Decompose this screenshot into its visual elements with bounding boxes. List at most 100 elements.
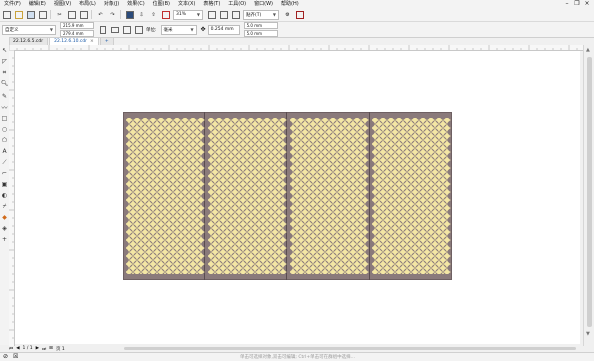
smart-fill-tool[interactable]: ◈: [1, 225, 8, 232]
add-tools-button[interactable]: +: [1, 236, 8, 243]
scroll-down-icon[interactable]: ▼: [586, 331, 590, 337]
menu-window[interactable]: 窗口(W): [250, 0, 277, 8]
portrait-button[interactable]: [97, 24, 108, 35]
full-screen-button[interactable]: [206, 9, 217, 20]
close-icon[interactable]: ×: [90, 39, 94, 44]
gear-icon: ⚙: [285, 11, 290, 18]
cut-button[interactable]: ✂: [54, 9, 65, 20]
current-page-icon: [134, 25, 143, 34]
horizontal-scroll-thumb[interactable]: [124, 347, 576, 350]
landscape-button[interactable]: [109, 24, 120, 35]
import-button[interactable]: ⇩: [136, 9, 147, 20]
tab-document-1[interactable]: 22.12.6.5.cdr: [8, 37, 49, 45]
duplicate-x-field[interactable]: 5.0 mm: [243, 22, 278, 29]
all-pages-button[interactable]: [121, 24, 132, 35]
first-page-icon[interactable]: ⏮: [9, 346, 13, 352]
polygon-tool[interactable]: ⬠: [1, 137, 8, 144]
eyedropper-icon: ⌿: [2, 202, 7, 210]
last-page-icon[interactable]: ⏭: [42, 346, 46, 352]
nudge-distance-field[interactable]: 0.254 mm: [207, 24, 240, 35]
close-icon[interactable]: ×: [582, 0, 592, 8]
duplicate-y-field[interactable]: 5.0 mm: [243, 30, 278, 37]
minimize-icon[interactable]: –: [562, 0, 572, 8]
current-page-button[interactable]: [133, 24, 144, 35]
transparency-tool[interactable]: ◐: [1, 192, 8, 199]
page-tab[interactable]: 页 1: [56, 346, 65, 352]
page-width-field[interactable]: 215.9 mm: [60, 22, 94, 29]
menu-layout[interactable]: 布局(L): [75, 0, 100, 8]
menu-tools[interactable]: 工具(O): [224, 0, 250, 8]
page-height-field[interactable]: 279.4 mm: [60, 30, 94, 37]
restore-icon[interactable]: ❐: [572, 0, 582, 8]
print-button[interactable]: [37, 9, 48, 20]
dimension-icon: ⟋: [2, 158, 7, 166]
rectangle-tool[interactable]: □: [1, 115, 8, 122]
menu-text[interactable]: 文本(X): [174, 0, 199, 8]
shape-tool[interactable]: ◸: [1, 58, 8, 65]
landscape-icon: [110, 26, 119, 33]
interactive-fill-tool[interactable]: ◆: [1, 214, 8, 221]
vertical-scrollbar[interactable]: ▲ ▼: [583, 45, 594, 346]
freehand-tool[interactable]: ✎: [1, 93, 8, 100]
horizontal-scrollbar[interactable]: [120, 345, 583, 352]
paste-button[interactable]: [78, 9, 89, 20]
print-icon: [38, 10, 47, 19]
snap-to-select[interactable]: 贴齐(T) ▼: [243, 9, 279, 20]
next-page-icon[interactable]: ▶: [36, 346, 39, 351]
zoom-tool[interactable]: 🔍︎: [1, 80, 9, 87]
menu-object[interactable]: 对象(J): [100, 0, 123, 8]
previous-page-icon[interactable]: ◀: [16, 346, 19, 351]
open-button[interactable]: [13, 9, 24, 20]
separator: [91, 10, 92, 19]
artistic-media-tool[interactable]: 〰: [1, 104, 8, 112]
menu-help[interactable]: 帮助(H): [277, 0, 303, 8]
launch-button[interactable]: [294, 9, 305, 20]
undo-button[interactable]: ↶: [95, 9, 106, 20]
eyedropper-tool[interactable]: ⌿: [1, 203, 8, 210]
parallel-dimension-tool[interactable]: ⟋: [1, 159, 8, 166]
chevron-down-icon: ▼: [49, 27, 53, 32]
menu-effects[interactable]: 效果(C): [123, 0, 148, 8]
rulers-button[interactable]: [218, 9, 229, 20]
pointer-icon: ↖: [1, 47, 8, 54]
scroll-up-icon[interactable]: ▲: [586, 47, 590, 53]
save-button[interactable]: [25, 9, 36, 20]
smart-fill-icon: ◈: [2, 225, 7, 232]
new-icon: [2, 10, 11, 19]
drop-shadow-tool[interactable]: ▣: [1, 181, 8, 188]
ellipse-tool[interactable]: ○: [1, 126, 8, 133]
undo-icon: ↶: [98, 11, 103, 18]
new-document-button[interactable]: [1, 9, 12, 20]
export-button[interactable]: ⇧: [148, 9, 159, 20]
vertical-scroll-thumb[interactable]: [587, 57, 592, 327]
portrait-icon: [99, 25, 106, 34]
pick-tool[interactable]: ↖: [1, 47, 8, 54]
add-page-icon[interactable]: ⊞: [49, 346, 53, 351]
new-tab-button[interactable]: +: [99, 37, 114, 45]
copy-button[interactable]: [66, 9, 77, 20]
zoom-level-select[interactable]: 31% ▼: [173, 9, 203, 20]
connector-tool[interactable]: ⌐: [1, 170, 8, 177]
pdf-button[interactable]: [160, 9, 171, 20]
menu-table[interactable]: 表格(T): [199, 0, 224, 8]
paper-preset-select[interactable]: 自定义 ▼: [2, 24, 56, 35]
nudge-distance-value: 0.254 mm: [210, 27, 234, 32]
full-screen-icon: [207, 10, 216, 19]
grid-button[interactable]: [230, 9, 241, 20]
units-select[interactable]: 毫米 ▼: [160, 24, 197, 35]
redo-button[interactable]: ↷: [107, 9, 118, 20]
chevron-down-icon: ▼: [196, 12, 200, 17]
crop-tool[interactable]: ⌗: [1, 69, 8, 76]
duplicate-distance-fields: 5.0 mm 5.0 mm: [243, 22, 278, 38]
tab-document-2[interactable]: 22.12.6.10.cdr ×: [49, 37, 99, 45]
search-content-button[interactable]: [124, 9, 135, 20]
nudge-icon: ✥: [200, 26, 206, 33]
options-button[interactable]: ⚙: [282, 9, 293, 20]
text-tool[interactable]: A: [1, 148, 8, 155]
menu-file[interactable]: 文件(F): [0, 0, 25, 8]
menu-view[interactable]: 视图(V): [50, 0, 75, 8]
chevron-down-icon: ▼: [190, 27, 194, 32]
menu-bitmaps[interactable]: 位图(B): [149, 0, 174, 8]
menu-edit[interactable]: 编辑(E): [25, 0, 50, 8]
tab-label: 22.12.6.5.cdr: [13, 39, 44, 44]
